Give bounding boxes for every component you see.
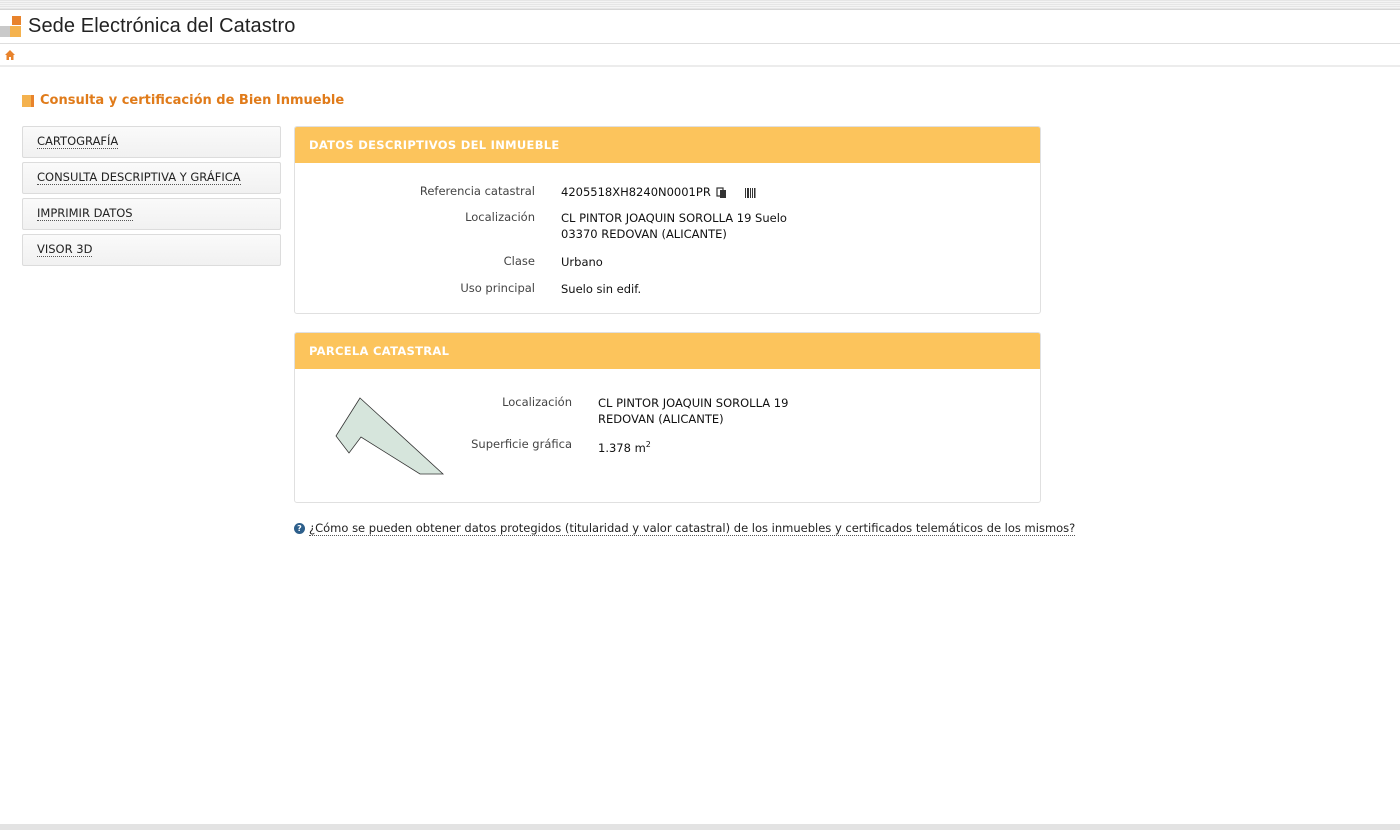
- menu-item-imprimir-datos[interactable]: IMPRIMIR DATOS: [22, 198, 281, 230]
- parcel-shape[interactable]: [335, 397, 447, 477]
- protected-data-link[interactable]: ¿Cómo se pueden obtener datos protegidos…: [309, 521, 1076, 536]
- menu-item-label: CARTOGRAFÍA: [37, 134, 119, 149]
- catastro-logo-icon[interactable]: [0, 12, 22, 42]
- parcel-location-value: CL PINTOR JOAQUIN SOROLLA 19 REDOVAN (AL…: [598, 395, 788, 427]
- parcel-location-line-2: REDOVAN (ALICANTE): [598, 412, 724, 426]
- site-header: Sede Electrónica del Catastro: [0, 10, 1400, 44]
- copy-icon[interactable]: [716, 186, 728, 199]
- page-title: Consulta y certificación de Bien Inmuebl…: [40, 93, 345, 108]
- page-heading: Consulta y certificación de Bien Inmuebl…: [22, 93, 344, 108]
- browser-top-strip: [0, 0, 1400, 10]
- menu-item-label: IMPRIMIR DATOS: [37, 206, 133, 221]
- help-line: ? ¿Cómo se pueden obtener datos protegid…: [294, 521, 1076, 536]
- document-icon: [22, 94, 34, 107]
- home-icon[interactable]: [4, 49, 16, 61]
- class-label: Clase: [503, 254, 535, 268]
- parcel-panel: PARCELA CATASTRAL Localización CL PINTOR…: [294, 332, 1041, 503]
- class-value: Urbano: [561, 255, 603, 269]
- location-label: Localización: [465, 210, 535, 224]
- barcode-icon[interactable]: [744, 187, 756, 199]
- side-menu: CARTOGRAFÍA CONSULTA DESCRIPTIVA Y GRÁFI…: [22, 126, 281, 270]
- parcel-area-label: Superficie gráfica: [471, 437, 572, 451]
- ref-value-group: 4205518XH8240N0001PR: [561, 184, 756, 200]
- descriptive-data-panel: DATOS DESCRIPTIVOS DEL INMUEBLE Referenc…: [294, 126, 1041, 314]
- parcel-area-unit: 2: [645, 440, 651, 449]
- ref-label: Referencia catastral: [419, 184, 535, 198]
- use-value: Suelo sin edif.: [561, 282, 642, 296]
- site-title[interactable]: Sede Electrónica del Catastro: [28, 15, 296, 38]
- help-icon: ?: [294, 523, 305, 534]
- bottom-strip: [0, 824, 1400, 830]
- menu-item-visor-3d[interactable]: VISOR 3D: [22, 234, 281, 266]
- parcel-location-label: Localización: [502, 395, 572, 409]
- parcel-location-line-1: CL PINTOR JOAQUIN SOROLLA 19: [598, 396, 789, 410]
- menu-item-label: VISOR 3D: [37, 242, 93, 257]
- parcel-area-value-group: 1.378 m2: [598, 437, 651, 456]
- location-line-1: CL PINTOR JOAQUIN SOROLLA 19 Suelo: [561, 211, 787, 225]
- use-label: Uso principal: [460, 281, 535, 295]
- ref-value: 4205518XH8240N0001PR: [561, 185, 711, 199]
- menu-item-cartografia[interactable]: CARTOGRAFÍA: [22, 126, 281, 158]
- panel-title: PARCELA CATASTRAL: [295, 333, 1040, 369]
- breadcrumb: [0, 45, 1400, 67]
- location-value: CL PINTOR JOAQUIN SOROLLA 19 Suelo 03370…: [561, 210, 787, 242]
- menu-item-label: CONSULTA DESCRIPTIVA Y GRÁFICA: [37, 170, 241, 185]
- parcel-area-value: 1.378 m: [598, 440, 646, 455]
- location-line-2: 03370 REDOVAN (ALICANTE): [561, 227, 727, 241]
- panel-title: DATOS DESCRIPTIVOS DEL INMUEBLE: [295, 127, 1040, 163]
- menu-item-consulta-descriptiva[interactable]: CONSULTA DESCRIPTIVA Y GRÁFICA: [22, 162, 281, 194]
